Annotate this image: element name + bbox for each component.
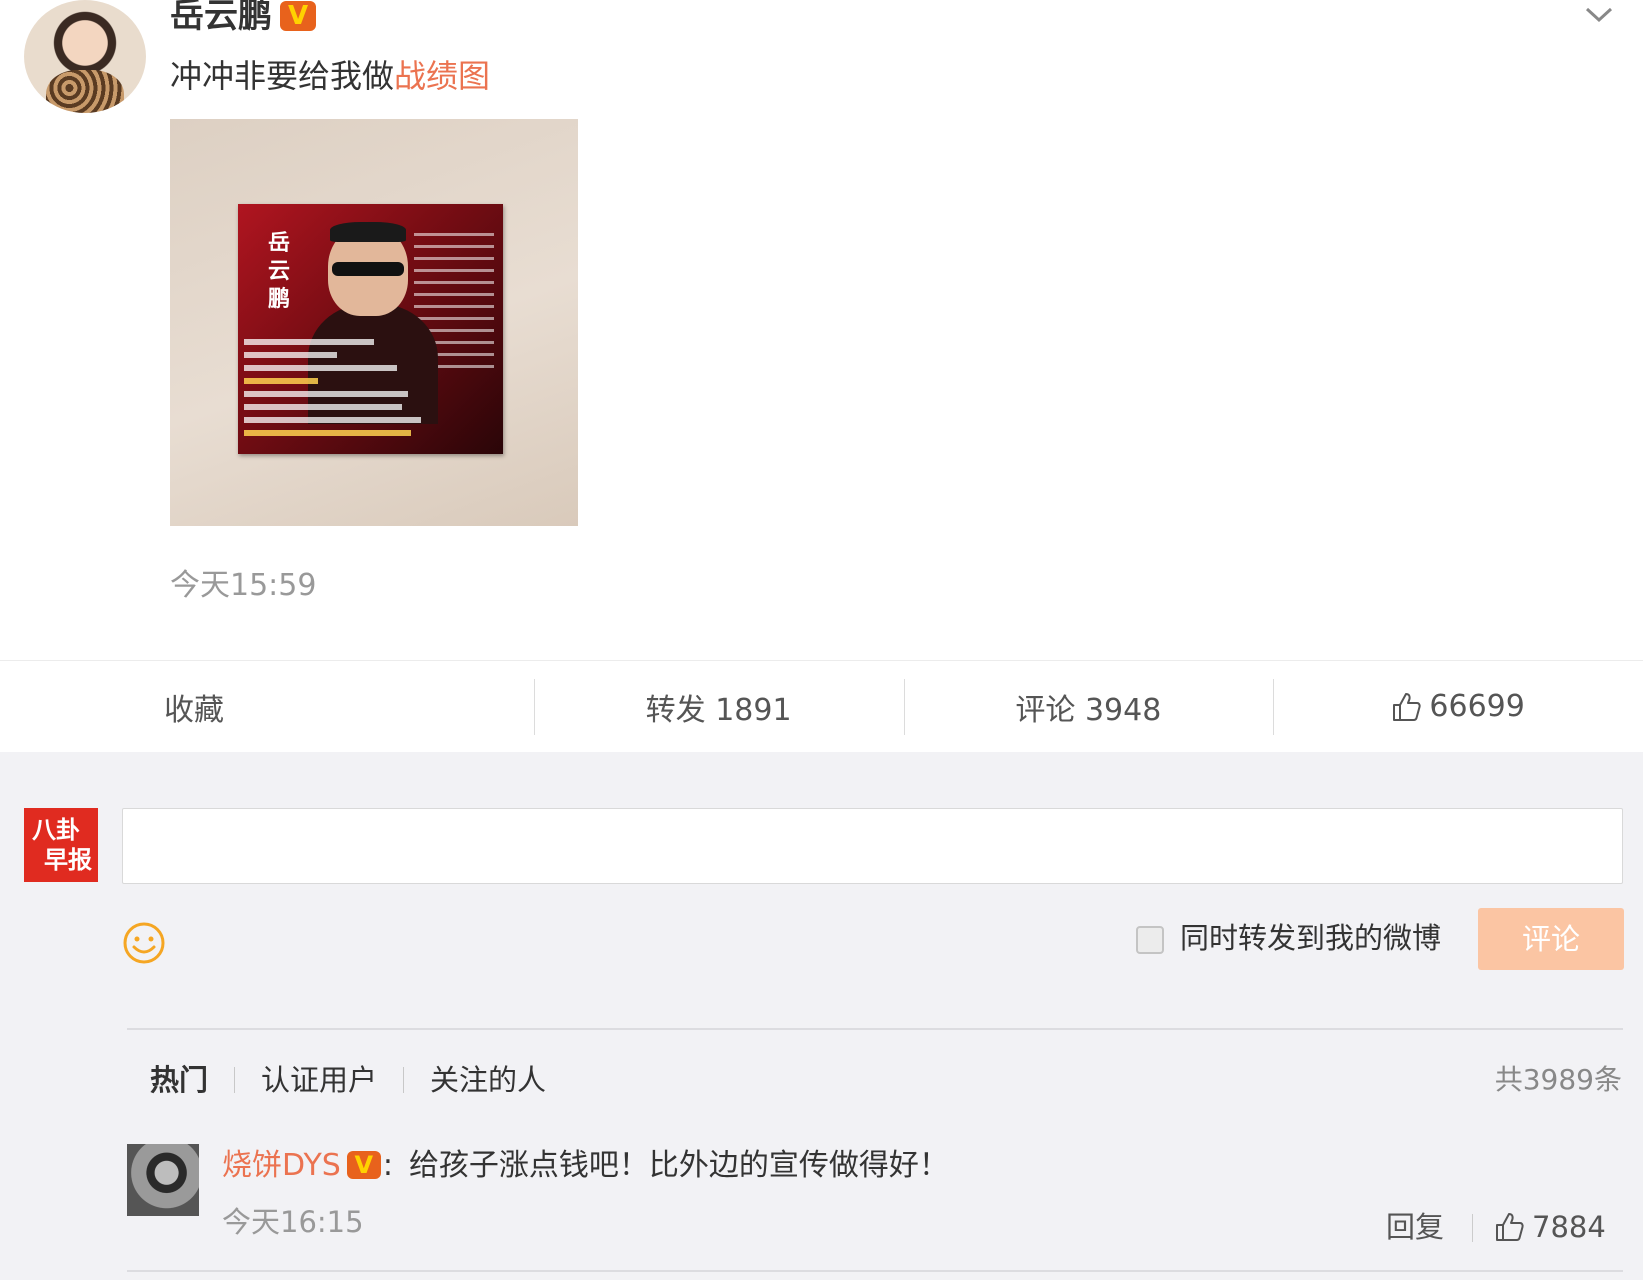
- like-count: 66699: [1429, 689, 1525, 724]
- author-name[interactable]: 岳云鹏 V: [170, 0, 316, 38]
- comment-text: 给孩子涨点钱吧！比外边的宣传做得好！: [408, 1148, 949, 1183]
- commenter-name[interactable]: 烧饼DYS: [222, 1148, 341, 1183]
- repost-checkbox-label[interactable]: 同时转发到我的微博: [1180, 918, 1441, 958]
- divider: [127, 1028, 1623, 1030]
- chevron-down-icon[interactable]: [1584, 4, 1614, 26]
- thumb-up-icon: [1496, 1213, 1524, 1241]
- poster-photo: 岳 云 鹏: [238, 204, 503, 454]
- comment-like-button[interactable]: 7884: [1494, 1207, 1606, 1247]
- verified-badge-icon: V: [280, 1, 316, 31]
- reply-button[interactable]: 回复: [1386, 1207, 1444, 1247]
- action-separator: [1472, 1214, 1473, 1242]
- my-avatar-text-top: 八卦: [32, 816, 80, 844]
- author-avatar[interactable]: [24, 0, 146, 113]
- emoji-smile-icon[interactable]: [121, 920, 167, 966]
- comment-body: 烧饼DYS V: 给孩子涨点钱吧！比外边的宣传做得好！: [222, 1146, 949, 1186]
- my-avatar-text-bottom: 早报: [44, 846, 92, 874]
- author-name-text[interactable]: 岳云鹏: [170, 0, 272, 36]
- divider: [127, 1270, 1623, 1272]
- comment-colon: :: [382, 1148, 393, 1183]
- post-image[interactable]: 岳 云 鹏: [170, 119, 578, 526]
- weibo-post: 岳云鹏 V 冲冲非要给我做战绩图 岳 云 鹏 今天15:59: [0, 0, 1643, 660]
- tab-hot[interactable]: 热门: [150, 1060, 208, 1100]
- repost-label: 转发 1891: [645, 692, 792, 728]
- comment-button[interactable]: 评论 3948: [903, 661, 1274, 752]
- comment-total-count: 共3989条: [1494, 1063, 1622, 1096]
- comment-section: 八卦 早报 同时转发到我的微博 评论 热门 认证用户 关注的人 共3989条 烧…: [0, 752, 1643, 1280]
- repost-button[interactable]: 转发 1891: [533, 661, 904, 752]
- commenter-avatar[interactable]: [127, 1144, 199, 1216]
- thumb-up-icon: [1393, 692, 1422, 721]
- comment-filter-tabs: 热门 认证用户 关注的人: [150, 1060, 546, 1100]
- favorite-button[interactable]: 收藏: [0, 661, 534, 752]
- tab-following[interactable]: 关注的人: [430, 1060, 546, 1100]
- tab-verified-users[interactable]: 认证用户: [261, 1060, 377, 1100]
- action-bar: 收藏 转发 1891 评论 3948 66699: [0, 660, 1643, 752]
- comment-timestamp: 今天16:15: [222, 1205, 364, 1239]
- my-avatar[interactable]: 八卦 早报: [24, 808, 98, 882]
- poster-title: 岳 云 鹏: [268, 231, 291, 312]
- post-text-body: 冲冲非要给我做: [170, 57, 395, 95]
- post-text: 冲冲非要给我做战绩图: [170, 54, 490, 98]
- comment-like-count: 7884: [1532, 1210, 1606, 1244]
- comment-input[interactable]: [122, 808, 1623, 884]
- comment-label: 评论 3948: [1015, 692, 1162, 728]
- submit-comment-button[interactable]: 评论: [1478, 908, 1624, 970]
- repost-checkbox[interactable]: [1136, 926, 1164, 954]
- commenter-verified-icon: V: [346, 1151, 381, 1179]
- post-timestamp[interactable]: 今天15:59: [170, 566, 316, 606]
- favorite-label: 收藏: [164, 692, 224, 728]
- like-button[interactable]: 66699: [1273, 661, 1643, 752]
- post-topic-link[interactable]: 战绩图: [394, 57, 490, 95]
